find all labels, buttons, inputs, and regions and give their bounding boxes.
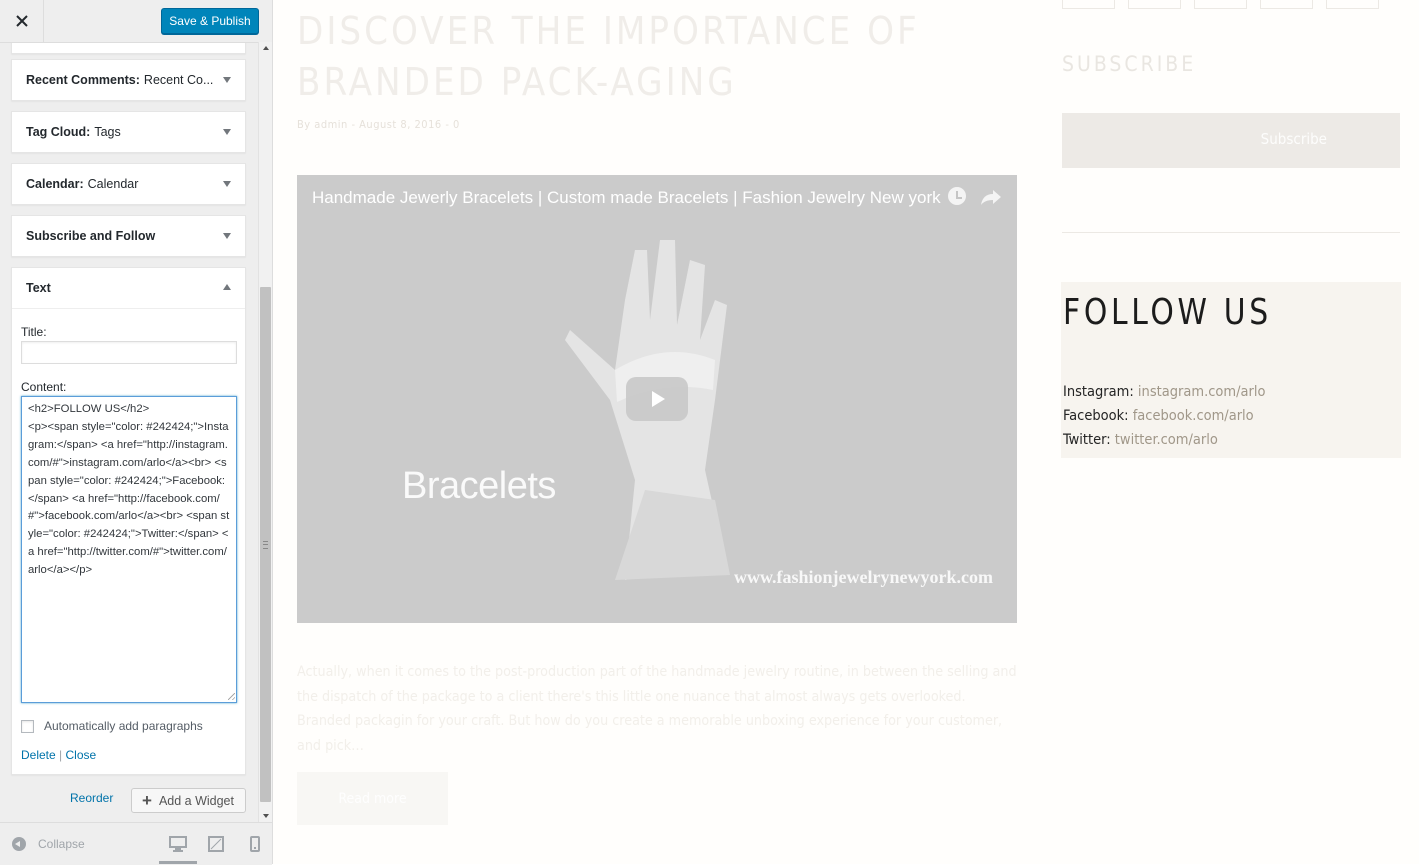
instagram-line: Instagram: instagram.com/arlo (1063, 380, 1265, 404)
play-icon[interactable] (626, 377, 688, 421)
add-widget-button[interactable]: + Add a Widget (131, 788, 246, 813)
close-icon (15, 15, 28, 27)
widget-title: Recent Co... (143, 73, 214, 87)
facebook-link[interactable]: facebook.com/arlo (1133, 408, 1254, 424)
post-title[interactable]: Discover the importance of branded pack-… (297, 6, 1027, 108)
widget-title: Calendar (87, 177, 139, 191)
expand-arrow-icon[interactable] (223, 77, 231, 83)
scrollbar-thumb[interactable] (260, 287, 271, 802)
facebook-line: Facebook: facebook.com/arlo (1063, 404, 1265, 428)
link-separator: | (59, 748, 63, 762)
follow-us-widget: FOLLOW US Instagram: instagram.com/arlo … (1061, 282, 1401, 458)
autop-option: Automatically add paragraphs (21, 719, 203, 733)
widget-header[interactable]: Recent Comments: Recent Co... (12, 60, 245, 100)
delete-link[interactable]: Delete (21, 748, 56, 762)
social-icon-row (1062, 0, 1379, 9)
mobile-icon[interactable] (246, 835, 264, 853)
video-embed[interactable]: Handmade Jewerly Bracelets | Custom made… (297, 175, 1017, 623)
title-input[interactable] (21, 341, 237, 364)
read-more-button[interactable]: Read more (297, 772, 448, 825)
reorder-link[interactable]: Reorder (70, 791, 113, 805)
social-box[interactable] (1326, 0, 1379, 9)
grip-icon (263, 541, 268, 549)
site-preview: Discover the importance of branded pack-… (273, 0, 1419, 864)
widget-name: Text (26, 281, 51, 295)
content-label: Content: (21, 380, 67, 394)
collapse-icon (12, 837, 26, 851)
widget-header[interactable]: Tag Cloud: Tags (12, 112, 245, 152)
autop-label: Automatically add paragraphs (44, 719, 203, 733)
widget-partial-top (11, 43, 246, 54)
widget-calendar[interactable]: Calendar: Calendar (11, 163, 246, 205)
instagram-link[interactable]: instagram.com/arlo (1138, 384, 1266, 400)
follow-us-title: FOLLOW US (1063, 292, 1272, 333)
subscribe-button[interactable]: Subscribe (1261, 130, 1327, 148)
autop-checkbox[interactable] (21, 719, 34, 733)
close-customizer-button[interactable] (0, 0, 44, 42)
site-url-overlay: www.fashionjewelrynewyork.com (734, 567, 993, 587)
share-icon[interactable] (980, 187, 1002, 207)
widget-title: Tags (94, 125, 121, 139)
widget-tag-cloud[interactable]: Tag Cloud: Tags (11, 111, 246, 153)
sidebar-scrollbar[interactable] (258, 42, 272, 822)
widget-recent-comments[interactable]: Recent Comments: Recent Co... (11, 59, 246, 101)
widget-subscribe-follow[interactable]: Subscribe and Follow (11, 215, 246, 257)
sidebar-divider (1062, 232, 1400, 233)
subscribe-heading: SUBSCRIBE (1062, 52, 1197, 76)
follow-links: Instagram: instagram.com/arlo Facebook: … (1063, 380, 1265, 452)
expand-arrow-icon[interactable] (223, 181, 231, 187)
resize-grip-icon[interactable] (228, 693, 235, 700)
tablet-icon[interactable] (207, 835, 225, 853)
add-widget-label: Add a Widget (158, 793, 234, 808)
scroll-down-arrow-icon[interactable] (263, 814, 269, 818)
video-title[interactable]: Handmade Jewerly Bracelets | Custom made… (312, 188, 941, 208)
facebook-label: Facebook: (1063, 408, 1129, 424)
scroll-up-arrow-icon[interactable] (263, 46, 269, 50)
social-box[interactable] (1062, 0, 1115, 9)
social-box[interactable] (1260, 0, 1313, 9)
instagram-label: Instagram: (1063, 384, 1134, 400)
desktop-icon[interactable] (169, 835, 187, 853)
widget-header[interactable]: Text (12, 268, 245, 309)
expand-arrow-icon[interactable] (223, 233, 231, 239)
widgets-panel: Recent Comments: Recent Co... Tag Cloud:… (0, 43, 258, 821)
close-link[interactable]: Close (66, 748, 97, 762)
post-excerpt: Actually, when it comes to the post-prod… (297, 664, 1017, 754)
widget-name: Recent Comments: (26, 73, 140, 87)
customizer-footer: Collapse (0, 822, 272, 865)
subscribe-form[interactable]: Subscribe (1062, 113, 1400, 168)
content-textarea[interactable]: <h2>FOLLOW US</h2> <p><span style="color… (21, 396, 237, 703)
collapse-arrow-icon[interactable] (223, 284, 231, 290)
watch-later-icon[interactable] (948, 187, 966, 205)
widget-header[interactable]: Calendar: Calendar (12, 164, 245, 204)
twitter-label: Twitter: (1063, 432, 1111, 448)
plus-icon: + (142, 791, 152, 810)
customizer-header: Save & Publish (0, 0, 272, 43)
widget-name: Tag Cloud: (26, 125, 91, 139)
expand-arrow-icon[interactable] (223, 129, 231, 135)
collapse-label: Collapse (38, 837, 85, 851)
widget-header[interactable]: Subscribe and Follow (12, 216, 245, 256)
customizer-sidebar: Save & Publish Recent Comments: Recent C… (0, 0, 273, 865)
collapse-button[interactable]: Collapse (12, 837, 85, 851)
save-publish-button[interactable]: Save & Publish (161, 8, 259, 34)
bracelets-overlay-text: Bracelets (402, 465, 556, 507)
social-box[interactable] (1194, 0, 1247, 9)
widget-control-links: Delete | Close (21, 748, 96, 762)
widget-name: Calendar: (26, 177, 84, 191)
widget-name: Subscribe and Follow (26, 229, 156, 243)
widget-text: Text Title: Content: <h2>FOLLOW US</h2> … (11, 267, 246, 775)
twitter-link[interactable]: twitter.com/arlo (1115, 432, 1218, 448)
social-box[interactable] (1128, 0, 1181, 9)
title-label: Title: (21, 325, 47, 339)
twitter-line: Twitter: twitter.com/arlo (1063, 428, 1265, 452)
post-meta: By admin - August 8, 2016 - 0 (297, 118, 460, 131)
